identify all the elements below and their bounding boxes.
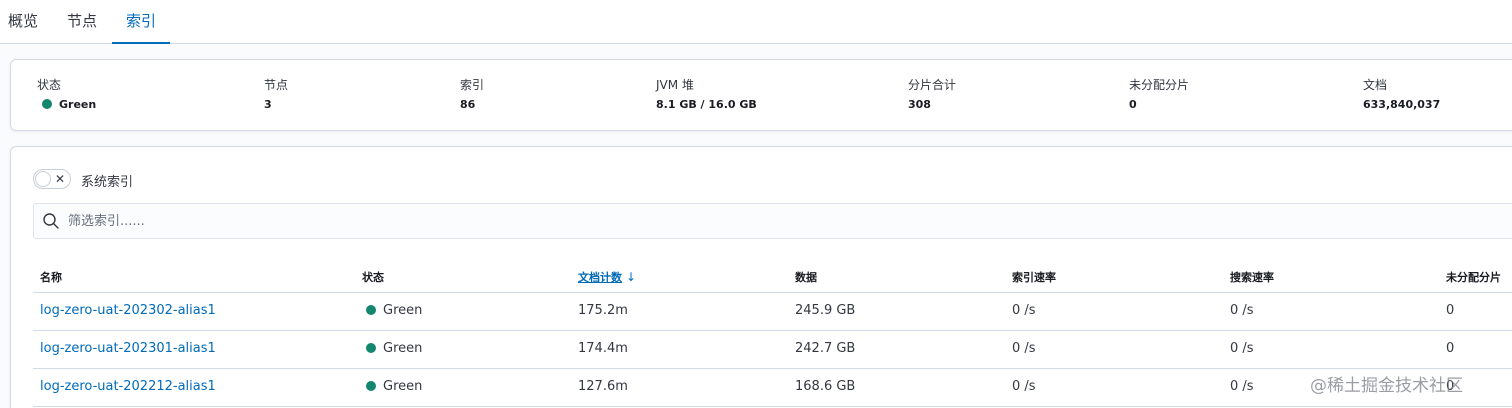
index-status-text: Green [383, 379, 423, 394]
stat-label: 状态 [37, 78, 62, 92]
stat-label: 节点 [264, 78, 289, 92]
stat-value: 633,840,037 [1363, 98, 1441, 111]
doc-count-cell: 175.2m [578, 303, 628, 318]
stat-value: Green [37, 98, 96, 111]
stat-label: 索引 [460, 78, 485, 92]
stat-value: 3 [264, 98, 272, 111]
index-status: Green [366, 303, 422, 318]
index-status-text: Green [383, 303, 423, 318]
stat-value: 8.1 GB / 16.0 GB [656, 98, 757, 111]
watermark: @稀土掘金技术社区 [1310, 376, 1463, 396]
indices-panel: ✕ 系统索引 名称 状态 文档计数 ↓ 数据 索引速率 搜索速率 未分配分片 lo… [10, 146, 1512, 408]
unassigned-shards-cell: 0 [1446, 341, 1455, 356]
search-rate-cell: 0 /s [1230, 303, 1254, 318]
column-header-search-rate[interactable]: 搜索速率 [1230, 269, 1274, 285]
data-size-cell: 242.7 GB [795, 341, 856, 356]
status-dot-icon [366, 305, 376, 315]
search-icon [43, 213, 59, 229]
toggle-knob [35, 171, 51, 187]
arrow-down-icon: ↓ [626, 270, 637, 284]
index-status: Green [366, 341, 422, 356]
status-dot-icon [366, 381, 376, 391]
filter-indices-input[interactable] [68, 204, 968, 238]
system-index-label: 系统索引 [81, 175, 134, 190]
tab-indices[interactable]: 索引 [112, 0, 170, 44]
column-header-doc-count[interactable]: 文档计数 ↓ [578, 269, 636, 285]
stat-value: 308 [908, 98, 931, 111]
index-status: Green [366, 379, 422, 394]
stat-value: 86 [460, 98, 476, 111]
column-header-name[interactable]: 名称 [40, 269, 62, 285]
index-rate-cell: 0 /s [1012, 341, 1036, 356]
table-row: log-zero-uat-202301-alias1 Green 174.4m … [33, 331, 1512, 369]
unassigned-shards-cell: 0 [1446, 303, 1455, 318]
table-row: log-zero-uat-202212-alias1 Green 127.6m … [33, 369, 1512, 407]
tab-bar: 概览 节点 索引 [0, 0, 1512, 44]
system-index-toggle[interactable]: ✕ [33, 169, 71, 189]
tab-nodes[interactable]: 节点 [67, 0, 97, 44]
stat-label: 未分配分片 [1129, 78, 1190, 92]
index-name-link[interactable]: log-zero-uat-202301-alias1 [40, 341, 216, 356]
column-header-unassigned-shards[interactable]: 未分配分片 [1446, 269, 1501, 285]
stat-status-value: Green [59, 98, 97, 111]
column-header-index-rate[interactable]: 索引速率 [1012, 269, 1056, 285]
data-size-cell: 168.6 GB [795, 379, 856, 394]
close-icon: ✕ [55, 172, 66, 186]
index-rate-cell: 0 /s [1012, 303, 1036, 318]
page: 概览 节点 索引 状态 Green 节点 3 索引 86 JVM 堆 8.1 G… [0, 0, 1512, 408]
cluster-stats-panel: 状态 Green 节点 3 索引 86 JVM 堆 8.1 GB / 16.0 … [10, 59, 1512, 131]
status-dot-icon [366, 343, 376, 353]
search-rate-cell: 0 /s [1230, 379, 1254, 394]
index-rate-cell: 0 /s [1012, 379, 1036, 394]
search-rate-cell: 0 /s [1230, 341, 1254, 356]
table-row: log-zero-uat-202302-alias1 Green 175.2m … [33, 293, 1512, 331]
stat-value: 0 [1129, 98, 1137, 111]
data-size-cell: 245.9 GB [795, 303, 856, 318]
stat-label: 文档 [1363, 78, 1388, 92]
tab-overview[interactable]: 概览 [8, 0, 38, 44]
index-name-link[interactable]: log-zero-uat-202212-alias1 [40, 379, 216, 394]
index-status-text: Green [383, 341, 423, 356]
table-header: 名称 状态 文档计数 ↓ 数据 索引速率 搜索速率 未分配分片 [33, 259, 1512, 293]
column-header-data[interactable]: 数据 [795, 269, 817, 285]
column-header-status[interactable]: 状态 [362, 269, 384, 285]
filter-search-box [33, 203, 1512, 239]
status-dot-icon [42, 99, 52, 109]
index-name-link[interactable]: log-zero-uat-202302-alias1 [40, 303, 216, 318]
stat-label: JVM 堆 [656, 78, 694, 92]
doc-count-cell: 174.4m [578, 341, 628, 356]
column-header-doc-count-label: 文档计数 [578, 271, 622, 284]
stat-label: 分片合计 [908, 78, 957, 92]
doc-count-cell: 127.6m [578, 379, 628, 394]
